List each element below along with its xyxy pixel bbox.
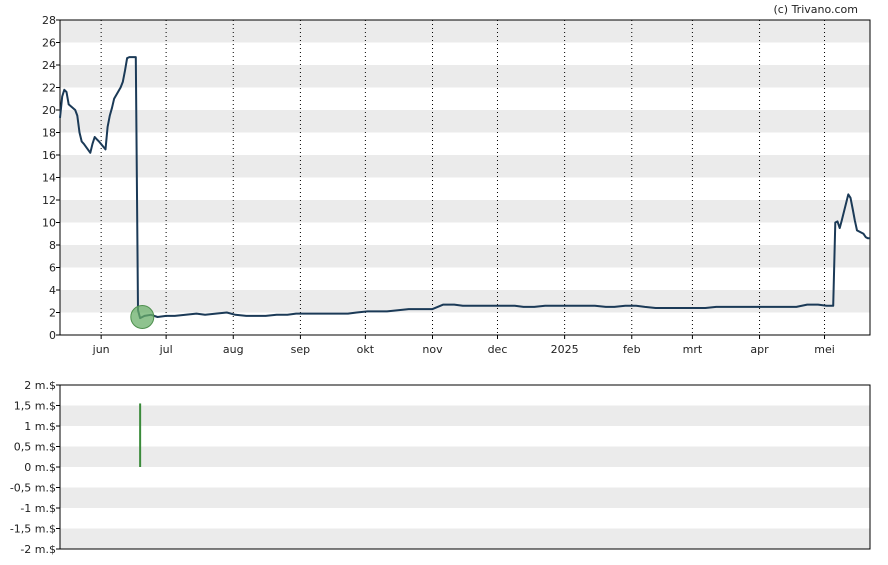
price-band <box>60 65 870 88</box>
price-x-tick-label: feb <box>623 343 641 356</box>
price-y-tick-label: 0 <box>49 329 56 342</box>
price-y-tick-label: 4 <box>49 284 56 297</box>
price-band <box>60 245 870 268</box>
volume-y-axis-ticks: -2 m.$ -1,5 m.$ -1 m.$ -0,5 m.$ 0 m.$ 0,5 m.$… <box>10 379 60 556</box>
price-y-tick-label: 18 <box>42 127 56 140</box>
price-x-tick-label: dec <box>488 343 508 356</box>
volume-y-tick-label: 0,5 m.$ <box>14 441 56 454</box>
price-x-tick-label: jul <box>159 343 173 356</box>
price-y-tick-label: 24 <box>42 59 56 72</box>
volume-y-tick-label: 1,5 m.$ <box>14 400 56 413</box>
volume-y-tick-label: -1,5 m.$ <box>10 523 56 536</box>
price-y-tick-label: 8 <box>49 239 56 252</box>
price-band <box>60 290 870 313</box>
volume-y-tick-label: -1 m.$ <box>20 502 56 515</box>
price-chart-bands <box>60 20 870 313</box>
price-y-axis-ticks: 0246810121416182022242628 <box>42 14 60 342</box>
price-x-tick-label: mrt <box>683 343 703 356</box>
price-y-tick-label: 10 <box>42 217 56 230</box>
price-y-tick-label: 2 <box>49 307 56 320</box>
stock-chart: 0246810121416182022242628 jun jul aug sep ok… <box>10 3 871 556</box>
price-x-tick-label: apr <box>750 343 769 356</box>
volume-y-tick-label: -0,5 m.$ <box>10 482 56 495</box>
price-x-tick-label: nov <box>422 343 443 356</box>
price-band <box>60 155 870 178</box>
volume-band <box>60 528 870 549</box>
volume-y-tick-label: 1 m.$ <box>24 420 56 433</box>
volume-y-tick-label: -2 m.$ <box>20 543 56 556</box>
price-y-tick-label: 14 <box>42 172 56 185</box>
price-x-tick-label: 2025 <box>551 343 579 356</box>
price-x-tick-label: aug <box>223 343 244 356</box>
volume-band <box>60 405 870 426</box>
volume-y-tick-label: 2 m.$ <box>24 379 56 392</box>
price-y-tick-label: 28 <box>42 14 56 27</box>
price-y-tick-label: 22 <box>42 82 56 95</box>
price-x-tick-label: sep <box>291 343 310 356</box>
volume-chart-bands <box>60 405 870 549</box>
price-band <box>60 200 870 223</box>
price-y-tick-label: 20 <box>42 104 56 117</box>
price-y-tick-label: 6 <box>49 262 56 275</box>
volume-band <box>60 446 870 467</box>
price-y-tick-label: 12 <box>42 194 56 207</box>
event-marker <box>130 305 155 329</box>
price-y-tick-label: 16 <box>42 149 56 162</box>
price-y-tick-label: 26 <box>42 37 56 50</box>
price-x-tick-label: mei <box>814 343 835 356</box>
price-series-line <box>59 56 870 320</box>
price-band <box>60 110 870 133</box>
volume-y-tick-label: 0 m.$ <box>24 461 56 474</box>
price-x-tick-label: jun <box>92 343 110 356</box>
price-band <box>60 20 870 43</box>
credit-text: (c) Trivano.com <box>773 3 858 16</box>
price-x-axis-ticks: jun jul aug sep okt nov dec 2025 feb mrt apr mei <box>92 335 835 356</box>
volume-band <box>60 487 870 508</box>
price-x-tick-label: okt <box>357 343 375 356</box>
